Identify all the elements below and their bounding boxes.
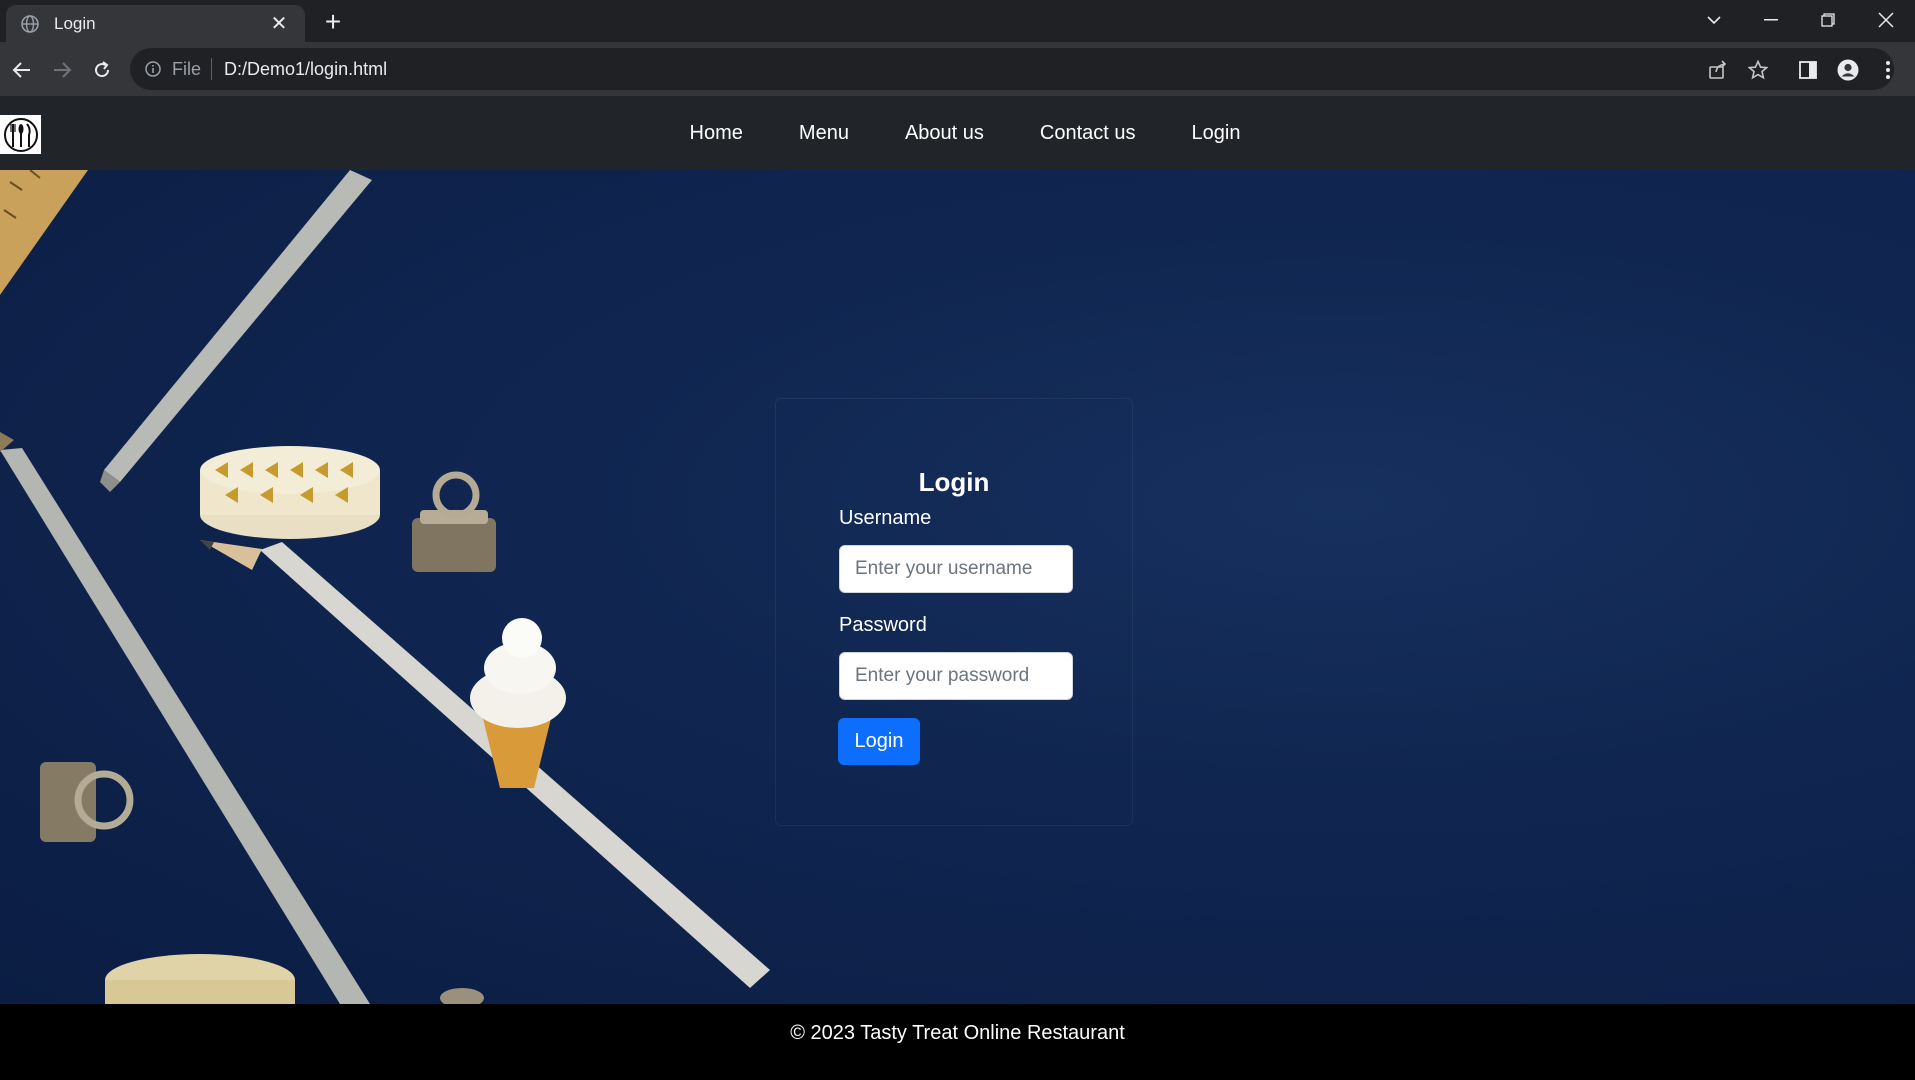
nav-links: Home Menu About us Contact us Login [0, 96, 1915, 170]
site-footer: © 2023 Tasty Treat Online Restaurant [0, 1004, 1915, 1080]
hero-background: Login Username Password [0, 170, 1915, 1004]
login-heading: Login [918, 467, 990, 497]
page-viewport: Home Menu About us Contact us Login Logi… [0, 96, 1915, 1080]
browser-tab-strip: Login ✕ + [0, 0, 1915, 42]
stationery-background-image [0, 170, 770, 1004]
close-tab-icon[interactable]: ✕ [267, 11, 291, 36]
password-input[interactable] [839, 652, 1073, 700]
address-bar[interactable]: File D:/Demo1/login.html [130, 48, 1894, 90]
minimize-icon[interactable] [1743, 0, 1799, 40]
globe-icon [20, 14, 40, 34]
site-navbar: Home Menu About us Contact us Login [0, 96, 1915, 170]
close-window-icon[interactable] [1858, 0, 1914, 40]
tab-search-icon[interactable] [1686, 0, 1742, 40]
info-icon[interactable] [144, 60, 162, 78]
nav-about-link[interactable]: About us [877, 122, 1012, 145]
new-tab-button[interactable]: + [318, 8, 348, 38]
profile-icon[interactable] [1832, 54, 1864, 86]
nav-menu-link[interactable]: Menu [771, 122, 877, 145]
nav-login-link[interactable]: Login [1164, 122, 1269, 145]
bookmark-star-icon[interactable] [1742, 54, 1774, 86]
url-separator [211, 58, 213, 80]
share-icon[interactable] [1702, 54, 1734, 86]
url-text[interactable]: D:/Demo1/login.html [224, 59, 387, 80]
side-panel-icon[interactable] [1792, 54, 1824, 86]
username-input[interactable] [839, 545, 1073, 593]
tab-title: Login [54, 13, 96, 33]
password-label: Password [839, 614, 927, 636]
username-label: Username [839, 507, 932, 529]
nav-contact-link[interactable]: Contact us [1012, 122, 1164, 145]
login-form-panel: Login Username Password [775, 398, 1133, 826]
more-menu-icon[interactable] [1872, 54, 1904, 86]
forward-arrow-icon[interactable] [45, 53, 79, 87]
login-submit-button[interactable]: Login [838, 718, 920, 765]
footer-copyright: © 2023 Tasty Treat Online Restaurant [790, 1021, 1125, 1044]
restore-icon[interactable] [1800, 0, 1856, 40]
browser-tab[interactable]: Login ✕ [6, 5, 305, 42]
browser-toolbar: File D:/Demo1/login.html [0, 42, 1915, 96]
reload-icon[interactable] [85, 53, 119, 87]
back-arrow-icon[interactable] [5, 53, 39, 87]
url-scheme: File [172, 58, 202, 79]
nav-home-link[interactable]: Home [662, 122, 771, 145]
